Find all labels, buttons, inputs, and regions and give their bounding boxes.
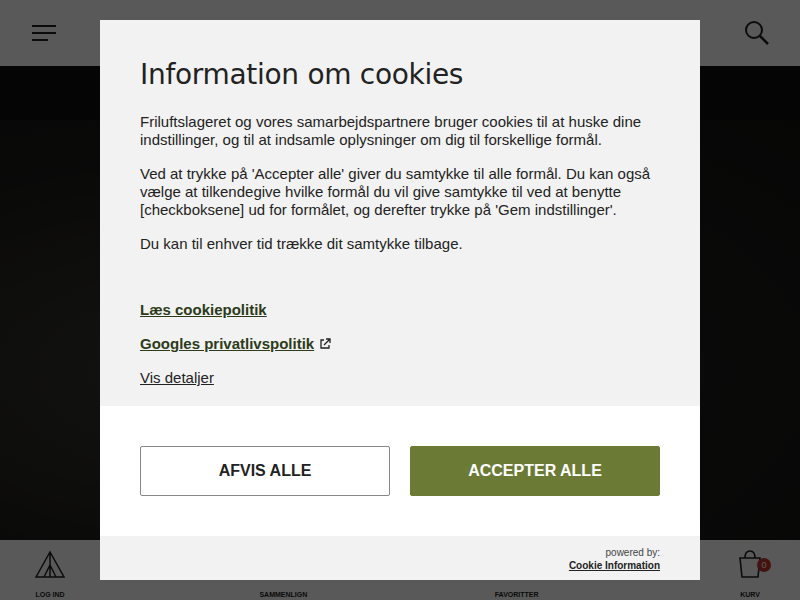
cookie-dialog: Information om cookies Friluftslageret o… [100,20,700,580]
dialog-paragraph: Ved at trykke på 'Accepter alle' giver d… [140,165,660,219]
reject-all-button[interactable]: AFVIS ALLE [140,446,390,496]
provider-link[interactable]: Cookie Information [569,559,660,572]
dialog-link[interactable]: Vis detaljer [140,369,214,387]
dialog-paragraph: Friluftslageret og vores samarbejdspartn… [140,113,660,149]
link-list: Læs cookiepolitik Googles privatlivspoli… [140,301,660,387]
dialog-link[interactable]: Læs cookiepolitik [140,301,267,319]
powered-by: powered by: [606,546,660,559]
dialog-actions: AFVIS ALLE ACCEPTER ALLE [100,406,700,536]
modal-overlay: Information om cookies Friluftslageret o… [0,0,800,600]
dialog-paragraph: Du kan til enhver tid trække dit samtykk… [140,235,660,253]
external-link-icon [319,338,331,350]
dialog-footer: powered by: Cookie Information [100,536,700,580]
accept-all-button[interactable]: ACCEPTER ALLE [410,446,660,496]
dialog-body: Information om cookies Friluftslageret o… [100,20,700,406]
dialog-title: Information om cookies [140,57,660,93]
dialog-link[interactable]: Googles privatlivspolitik [140,335,331,353]
